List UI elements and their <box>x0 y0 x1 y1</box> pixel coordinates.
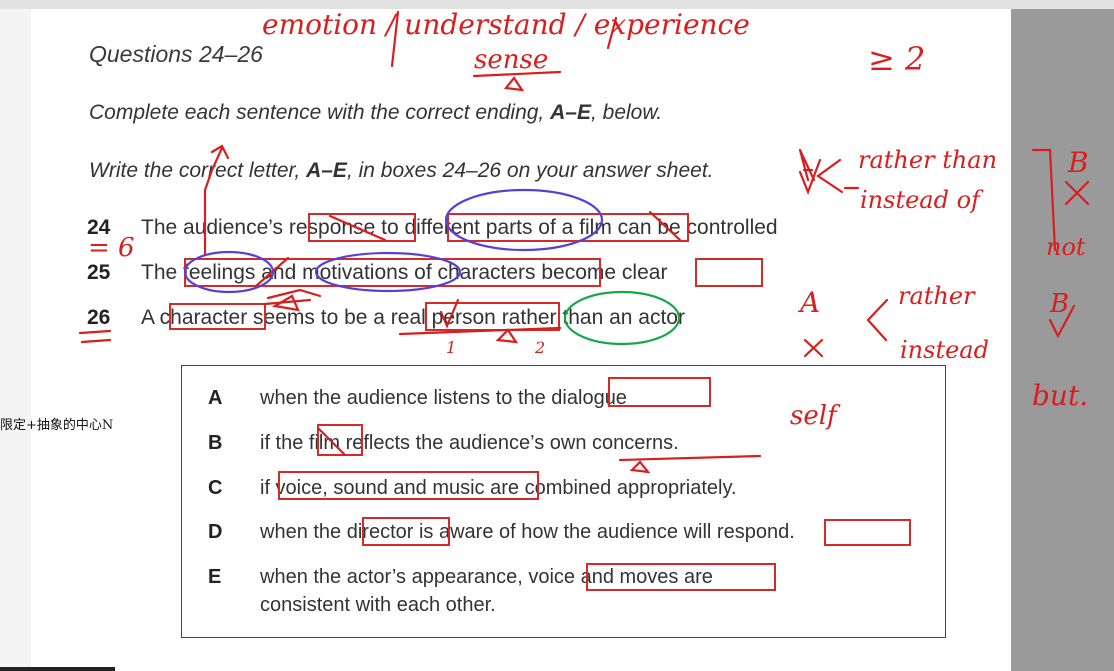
question-number: 24 <box>87 216 111 239</box>
question-text: The audience’s response to different par… <box>141 216 778 239</box>
option-letter: C <box>208 477 223 499</box>
option-letter: E <box>208 566 222 588</box>
right-margin <box>1011 9 1114 671</box>
option-letter: D <box>208 521 223 543</box>
questions-heading: Questions 24–26 <box>89 41 263 67</box>
question-number: 26 <box>87 306 111 329</box>
instruction-complete: Complete each sentence with the correct … <box>89 101 663 124</box>
option-text-continued: consistent with each other. <box>260 594 496 616</box>
question-text: The feelings and motivations of characte… <box>141 261 668 284</box>
option-letter: A <box>208 387 223 409</box>
option-text: if the film reflects the audience’s own … <box>260 432 679 454</box>
question-number: 25 <box>87 261 111 284</box>
left-margin <box>0 9 31 671</box>
side-note: 限定+抽象的中心N <box>0 418 114 433</box>
option-text: when the director is aware of how the au… <box>260 521 795 543</box>
question-text: A character seems to be a real person ra… <box>141 306 685 329</box>
option-text: when the actor’s appearance, voice and m… <box>260 566 713 588</box>
option-text: when the audience listens to the dialogu… <box>260 387 627 409</box>
option-letter: B <box>208 432 223 454</box>
bottom-scrollbar[interactable] <box>0 667 115 671</box>
window-top-strip <box>0 0 1114 9</box>
option-text: if voice, sound and music are combined a… <box>260 477 737 499</box>
instruction-write: Write the correct letter, A–E, in boxes … <box>89 159 714 182</box>
